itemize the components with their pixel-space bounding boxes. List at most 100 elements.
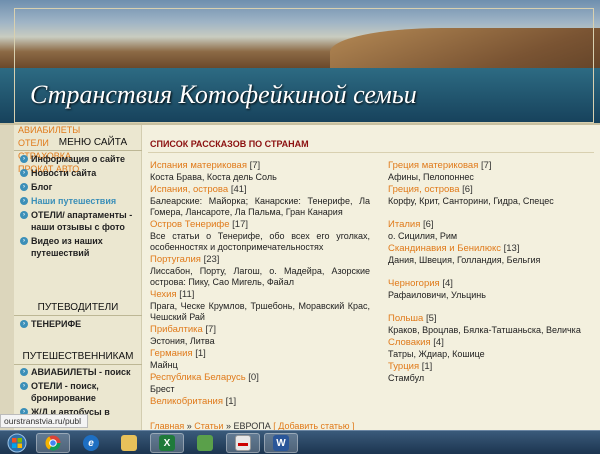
country-desc: Все статьи о Тенерифе, обо всех его угол… <box>150 231 370 252</box>
list-item: Турция [1] Стамбул <box>388 361 588 384</box>
site-title[interactable]: Странствия Котофейкиной семьи <box>30 80 417 110</box>
top-link-avia[interactable]: АВИАБИЛЕТЫ <box>18 125 80 135</box>
word-icon: W <box>273 435 289 451</box>
picture-viewer-icon <box>197 435 213 451</box>
country-desc: Корфу, Крит, Санторини, Гидра, Спецес <box>388 196 554 206</box>
traveler-item-label: ОТЕЛИ - поиск, бронирование <box>31 381 99 403</box>
arrow-bullet-icon: › <box>20 169 28 177</box>
country-desc: Коста Брава, Коста дель Соль <box>150 172 277 182</box>
taskbar-word[interactable]: W <box>264 433 298 453</box>
article-count: [6] <box>462 184 473 195</box>
menu-item-label: Наши путешествия <box>31 196 117 206</box>
country-desc: Лиссабон, Порту, Лагош, о. Мадейра, Азор… <box>150 266 370 287</box>
article-count: [5] <box>425 313 437 324</box>
start-button[interactable] <box>2 433 32 453</box>
list-item: Испания материковая [7] Коста Брава, Кост… <box>150 160 370 183</box>
article-count: [7] <box>205 324 216 335</box>
list-item: Великобритания [1] <box>150 396 370 408</box>
taskbar-chrome[interactable] <box>36 433 70 453</box>
pdf-document-icon: ▬ <box>235 435 251 451</box>
excel-icon: X <box>159 435 175 451</box>
arrow-bullet-icon: › <box>20 368 28 376</box>
country-desc: Прага, Ческе Крумлов, Тршебонь, Моравски… <box>150 301 370 322</box>
country-link[interactable]: Греция материковая <box>388 160 478 171</box>
country-link[interactable]: Греция, острова <box>388 184 460 195</box>
travelers-menu: › АВИАБИЛЕТЫ - поиск › ОТЕЛИ - поиск, брон… <box>20 366 140 420</box>
taskbar-pictures[interactable] <box>188 433 222 453</box>
menu-item-video[interactable]: › Видео из наших путешествий <box>20 235 140 259</box>
article-count: [1] <box>225 396 237 407</box>
article-count: [4] <box>442 278 453 289</box>
page-title: СПИСОК РАССКАЗОВ ПО СТРАНАМ <box>150 139 309 149</box>
guides-title: ПУТЕВОДИТЕЛИ <box>14 302 142 316</box>
internet-explorer-icon: e <box>83 435 99 451</box>
taskbar-excel[interactable]: X <box>150 433 184 453</box>
list-item: Скандинавия и Бенилюкс [13] Дания, Швеция… <box>388 243 588 266</box>
country-link[interactable]: Испания, острова <box>150 184 228 195</box>
sidebar: АВИАБИЛЕТЫ ОТЕЛИ СТРАХОВКА ПРОКАТ АВТО М… <box>14 125 142 430</box>
list-item: Испания, острова [41] Балеарские: Майорка… <box>150 184 370 218</box>
traveler-item-label: АВИАБИЛЕТЫ - поиск <box>31 367 131 377</box>
country-link[interactable]: Великобритания <box>150 396 223 407</box>
list-item: Польша [5] Краков, Вроцлав, Бялка-Татшань… <box>388 313 588 336</box>
traveler-item-hotels[interactable]: › ОТЕЛИ - поиск, бронирование <box>20 380 140 404</box>
main-content: СПИСОК РАССКАЗОВ ПО СТРАНАМ Испания мате… <box>142 125 600 431</box>
folder-icon <box>121 435 137 451</box>
country-link[interactable]: Черногория <box>388 278 440 289</box>
country-desc: о. Сицилия, Рим <box>388 231 458 241</box>
menu-item-label: Блог <box>31 182 53 192</box>
list-item: Португалия [23] Лиссабон, Порту, Лагош, о… <box>150 254 370 288</box>
country-desc: Рафаиловичи, Ульцинь <box>388 290 486 300</box>
arrow-bullet-icon: › <box>20 320 28 328</box>
country-desc: Афины, Пелопоннес <box>388 172 474 182</box>
country-link[interactable]: Турция <box>388 361 419 372</box>
country-link[interactable]: Португалия <box>150 254 201 265</box>
country-link[interactable]: Прибалтика <box>150 324 203 335</box>
country-desc: Краков, Вроцлав, Бялка-Татшаньска, Велич… <box>388 325 581 335</box>
country-link[interactable]: Остров Тенерифе <box>150 219 230 230</box>
arrow-bullet-icon: › <box>20 382 28 390</box>
country-link[interactable]: Германия <box>150 348 193 359</box>
chrome-icon <box>45 435 61 451</box>
article-count: [7] <box>249 160 261 171</box>
menu-item-news[interactable]: › Новости сайта <box>20 167 140 179</box>
menu-item-label: Новости сайта <box>31 168 97 178</box>
list-item: Италия [6] о. Сицилия, Рим <box>388 219 588 242</box>
country-desc: Эстония, Литва <box>150 336 215 346</box>
traveler-item-avia[interactable]: › АВИАБИЛЕТЫ - поиск <box>20 366 140 378</box>
article-count: [7] <box>481 160 492 171</box>
menu-title: МЕНЮ САЙТА <box>14 137 142 151</box>
browser-page: Странствия Котофейкиной семьи АВИАБИЛЕТЫ… <box>0 0 600 454</box>
menu-item-hotels-reviews[interactable]: › ОТЕЛИ/ апартаменты - наши отзывы с фото <box>20 209 140 233</box>
country-link[interactable]: Словакия <box>388 337 431 348</box>
country-link[interactable]: Италия <box>388 219 420 230</box>
menu-item-info[interactable]: › Информация о сайте <box>20 153 140 165</box>
status-url: ourstranstvia.ru/publ <box>0 414 88 428</box>
article-count: [23] <box>203 254 220 265</box>
country-link[interactable]: Польша <box>388 313 423 324</box>
article-count: [17] <box>232 219 249 230</box>
list-item: Республика Беларусь [0] Брест <box>150 372 370 395</box>
country-link[interactable]: Скандинавия и Бенилюкс <box>388 243 501 254</box>
taskbar-pdf[interactable]: ▬ <box>226 433 260 453</box>
list-item: Греция, острова [6] Корфу, Крит, Санторин… <box>388 184 588 207</box>
country-link[interactable]: Испания материковая <box>150 160 247 171</box>
guide-item-tenerife[interactable]: › ТЕНЕРИФЕ <box>20 318 140 330</box>
article-count: [4] <box>433 337 444 348</box>
menu-item-travels[interactable]: › Наши путешествия <box>20 195 140 207</box>
article-count: [0] <box>248 372 259 383</box>
country-list-left: Испания материковая [7] Коста Брава, Кост… <box>150 160 370 409</box>
country-link[interactable]: Республика Беларусь <box>150 372 246 383</box>
taskbar-explorer[interactable] <box>112 433 146 453</box>
country-desc: Брест <box>150 384 175 394</box>
menu-item-blog[interactable]: › Блог <box>20 181 140 193</box>
article-count: [11] <box>179 289 195 300</box>
taskbar: e X ▬ W <box>0 430 600 454</box>
article-count: [6] <box>423 219 434 230</box>
country-link[interactable]: Чехия <box>150 289 177 300</box>
arrow-bullet-icon: › <box>20 197 28 205</box>
site-menu: › Информация о сайте › Новости сайта › Блог… <box>20 153 140 261</box>
taskbar-ie[interactable]: e <box>74 433 108 453</box>
